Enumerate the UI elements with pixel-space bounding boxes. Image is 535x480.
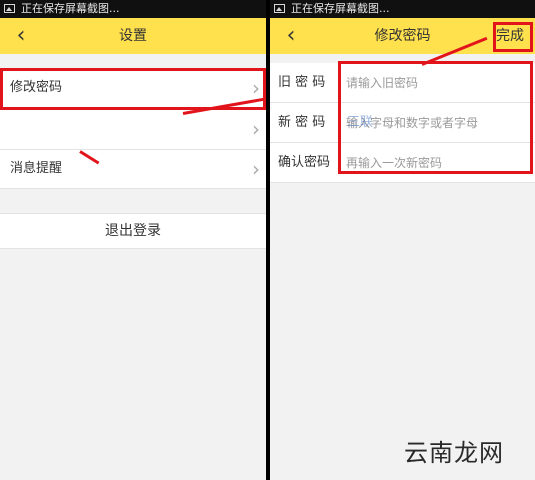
settings-screen: 正在保存屏幕截图... ‹ 设置 修改密码 › › 消息提醒 › 退出登录 — [0, 0, 266, 480]
confirm-password-label: 确认密码 — [278, 155, 331, 170]
highlight-box-done — [493, 22, 533, 52]
title-bar: ‹ 设置 — [0, 18, 266, 54]
status-text: 正在保存屏幕截图... — [291, 2, 390, 15]
image-icon — [274, 4, 285, 13]
settings-item[interactable]: › — [0, 109, 266, 150]
image-icon — [4, 4, 15, 13]
new-password-label: 新 密 码 — [278, 115, 326, 130]
chevron-right-icon: › — [252, 157, 260, 181]
logout-button[interactable]: 退出登录 — [0, 213, 266, 249]
status-text: 正在保存屏幕截图... — [21, 2, 120, 15]
status-bar: 正在保存屏幕截图... — [270, 0, 535, 18]
change-password-screen: 正在保存屏幕截图... ‹ 修改密码 完成 旧 密 码 新 密 码 确认密码 — [270, 0, 535, 480]
page-title: 设置 — [119, 28, 147, 44]
watermark-text: 云南龙网 — [404, 439, 504, 467]
old-password-label: 旧 密 码 — [278, 75, 326, 90]
settings-item-notifications[interactable]: 消息提醒 › — [0, 150, 266, 189]
watermark-logo: 三联 — [347, 115, 374, 130]
status-bar: 正在保存屏幕截图... — [0, 0, 266, 18]
chevron-right-icon: › — [252, 117, 260, 141]
settings-item-label: 消息提醒 — [10, 161, 63, 176]
